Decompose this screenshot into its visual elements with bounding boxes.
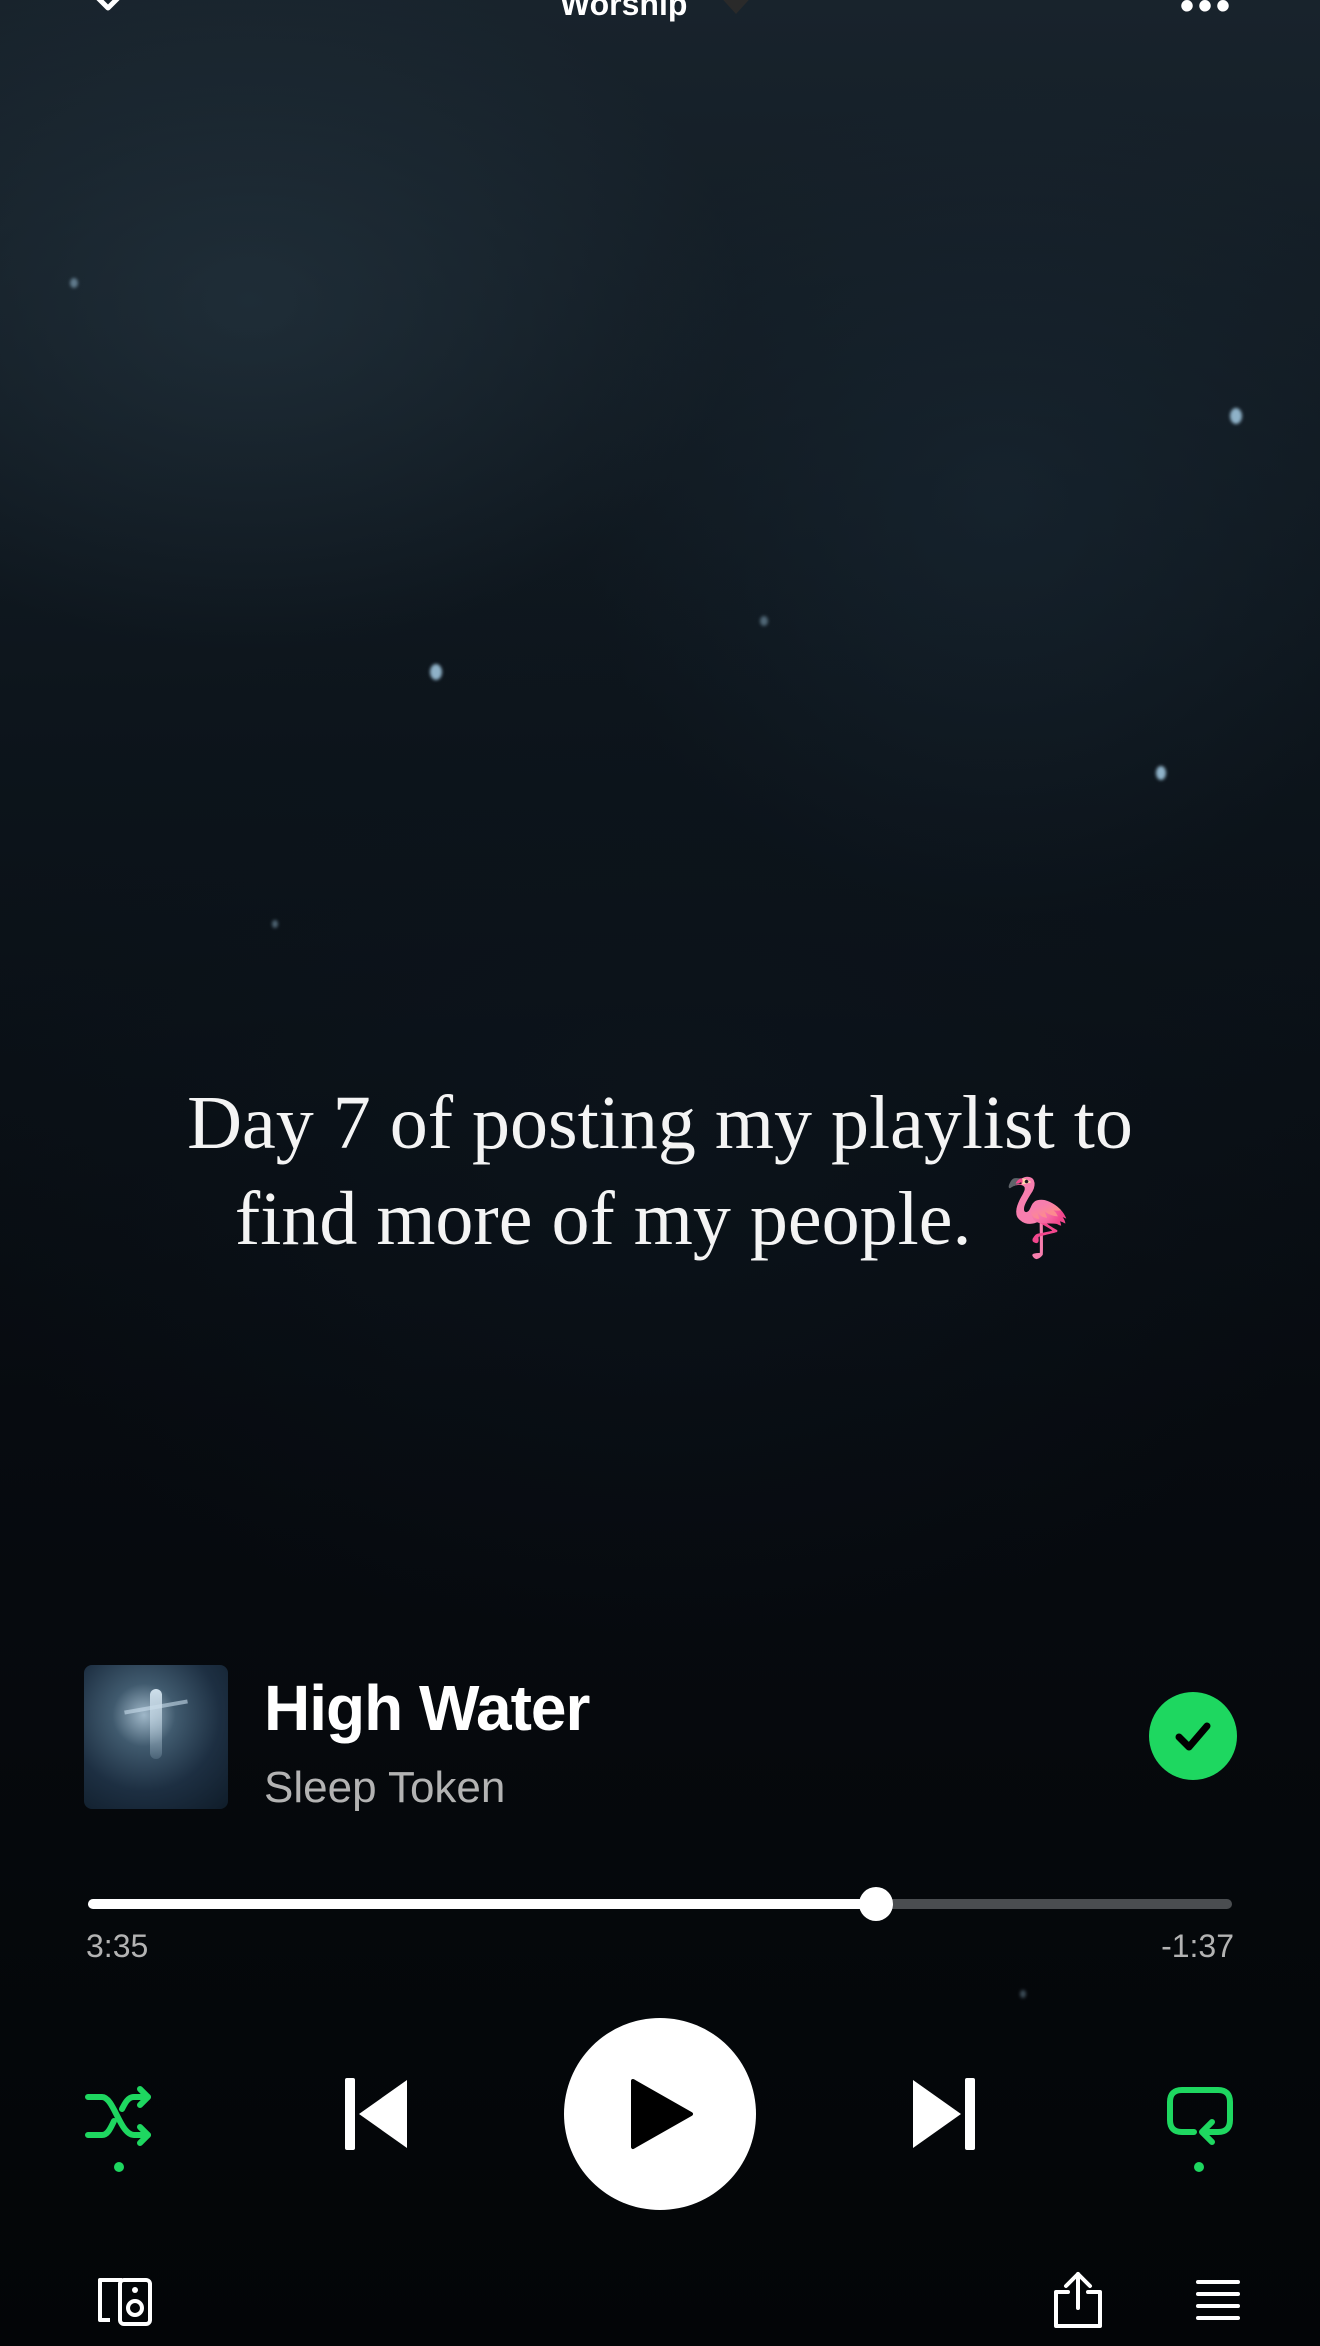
shuffle-icon <box>85 2086 151 2146</box>
playlist-title[interactable]: Worship <box>560 0 687 23</box>
progress-bar[interactable] <box>88 1887 1232 1921</box>
repeat-icon <box>1167 2087 1233 2145</box>
connect-device-icon[interactable] <box>96 2276 156 2328</box>
liked-check-button[interactable] <box>1149 1692 1237 1780</box>
bottom-bar <box>0 2270 1320 2346</box>
track-artist[interactable]: Sleep Token <box>264 1763 505 1813</box>
repeat-active-dot <box>1194 2162 1204 2172</box>
caption-line-2: find more of my people. 🦩 <box>234 1177 1086 1261</box>
repeat-button[interactable] <box>1160 2080 1240 2172</box>
elapsed-time: 3:35 <box>86 1928 149 1964</box>
caption-line-1: Day 7 of posting my playlist to <box>187 1081 1133 1165</box>
play-icon <box>631 2079 693 2149</box>
skip-next-icon <box>913 2078 975 2150</box>
shuffle-active-dot <box>114 2162 124 2172</box>
top-bar: Worship ••• <box>0 0 1320 40</box>
shuffle-button[interactable] <box>80 2080 160 2172</box>
more-options-icon[interactable]: ••• <box>1180 0 1234 29</box>
checkmark-icon <box>1175 1722 1211 1751</box>
chevron-down-icon[interactable] <box>88 0 128 18</box>
canvas-caption: Day 7 of posting my playlist to find mor… <box>100 1075 1220 1267</box>
album-art[interactable] <box>84 1665 228 1809</box>
remaining-time: -1:37 <box>1161 1928 1234 1964</box>
track-title[interactable]: High Water <box>264 1671 590 1745</box>
progress-fill <box>88 1899 877 1909</box>
next-button[interactable] <box>904 2074 984 2154</box>
progress-knob[interactable] <box>859 1887 894 1921</box>
now-playing-track: High Water Sleep Token <box>84 1665 1237 1813</box>
queue-icon[interactable] <box>1194 2276 1242 2324</box>
play-button[interactable] <box>564 2018 756 2210</box>
playback-controls <box>0 2018 1320 2210</box>
heart-icon <box>723 0 749 14</box>
previous-button[interactable] <box>336 2074 416 2154</box>
share-icon[interactable] <box>1050 2270 1106 2330</box>
skip-previous-icon <box>345 2078 407 2150</box>
